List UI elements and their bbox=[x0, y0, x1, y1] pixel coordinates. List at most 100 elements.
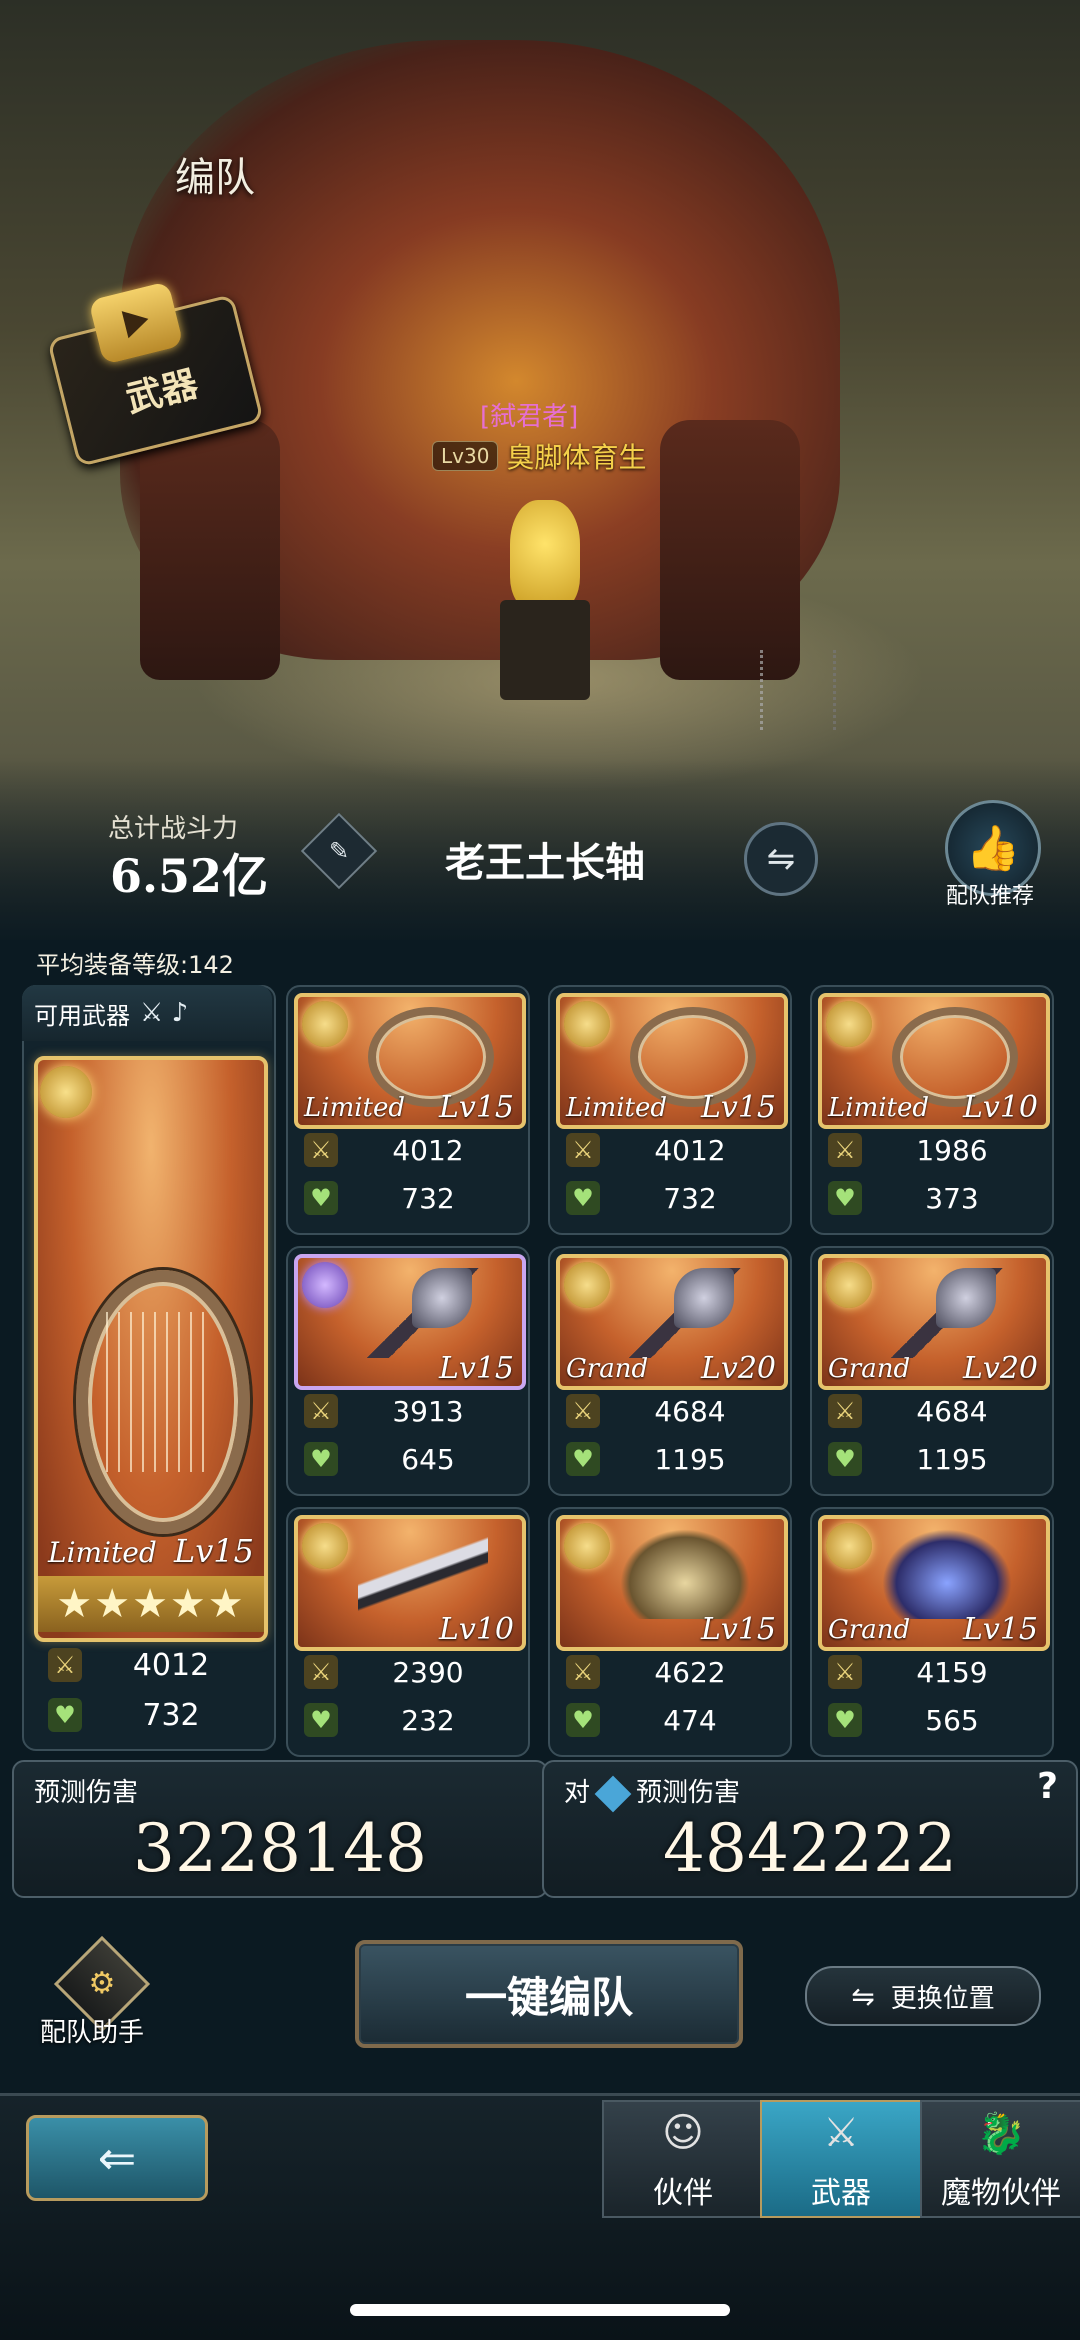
weapon-card[interactable]: Grand Lv15 bbox=[818, 1515, 1050, 1651]
main-weapon-card[interactable]: Limited Lv15 ★★★★★ bbox=[34, 1056, 268, 1642]
weapon-slot-badge-icon bbox=[826, 1523, 872, 1569]
weapon-card[interactable]: Limited Lv15 bbox=[294, 993, 526, 1129]
harp-weapon-icon bbox=[76, 1270, 250, 1534]
weapon-slot[interactable]: Grand Lv20 ⚔ 4684 ♥ 1195 bbox=[548, 1246, 792, 1496]
weapon-slot[interactable]: Limited Lv15 ⚔ 4012 ♥ 732 bbox=[286, 985, 530, 1235]
attack-value: 4012 bbox=[392, 1133, 464, 1167]
attack-value: 4159 bbox=[916, 1655, 988, 1689]
hp-heart-icon: ♥ bbox=[566, 1703, 600, 1737]
hp-heart-icon: ♥ bbox=[566, 1181, 600, 1215]
weapon-attack-row: ⚔ 1986 bbox=[818, 1127, 1042, 1173]
blade-weapon-icon bbox=[358, 1529, 488, 1619]
weapon-card[interactable]: Lv10 bbox=[294, 1515, 526, 1651]
weapon-level: Lv15 bbox=[700, 1090, 776, 1125]
hp-value: 732 bbox=[401, 1181, 455, 1215]
attack-value: 1986 bbox=[916, 1133, 988, 1167]
element-diamond-icon bbox=[594, 1775, 632, 1812]
weapon-slot[interactable]: Lv15 ⚔ 3913 ♥ 645 bbox=[286, 1246, 530, 1496]
claw-weapon-icon bbox=[882, 1529, 1012, 1619]
tab-weapon-label: 武器 bbox=[811, 2176, 871, 2211]
weapon-attack-row: ⚔ 3913 bbox=[294, 1388, 518, 1434]
weapon-slot[interactable]: Grand Lv20 ⚔ 4684 ♥ 1195 bbox=[810, 1246, 1054, 1496]
weapon-card[interactable]: Grand Lv20 bbox=[556, 1254, 788, 1390]
weapon-attack-row: ⚔ 4622 bbox=[556, 1649, 780, 1695]
weapon-tier: Grand bbox=[828, 1615, 911, 1645]
hp-value: 732 bbox=[142, 1697, 200, 1733]
help-icon[interactable]: ? bbox=[1037, 1766, 1058, 1807]
back-arrow-button[interactable]: ⇐ bbox=[26, 2115, 208, 2201]
available-weapons-label: 可用武器 bbox=[34, 1001, 130, 1030]
swap-position-button[interactable]: ⇋ 更换位置 bbox=[805, 1966, 1041, 2026]
hp-value: 1195 bbox=[654, 1442, 726, 1476]
weapon-level: Lv10 bbox=[438, 1612, 514, 1647]
main-weapon-attack-row: ⚔ 4012 bbox=[34, 1642, 260, 1688]
tab-partner[interactable]: ☺ 伙伴 bbox=[602, 2100, 764, 2218]
attack-value: 4684 bbox=[654, 1394, 726, 1428]
weapon-attack-row: ⚔ 4012 bbox=[556, 1127, 780, 1173]
team-assistant-label: 配队助手 bbox=[40, 2018, 145, 2048]
predicted-damage-panel: 预测伤害 3228148 bbox=[12, 1760, 548, 1898]
weapon-card[interactable]: Limited Lv10 bbox=[818, 993, 1050, 1129]
tab-weapon[interactable]: ⚔ 武器 bbox=[760, 2100, 922, 2218]
attack-value: 4012 bbox=[654, 1133, 726, 1167]
attack-value: 4684 bbox=[916, 1394, 988, 1428]
attack-icon: ⚔ bbox=[566, 1133, 600, 1167]
hp-heart-icon: ♥ bbox=[828, 1181, 862, 1215]
hero-sprite bbox=[500, 500, 590, 700]
attack-value: 4622 bbox=[654, 1655, 726, 1689]
hp-heart-icon: ♥ bbox=[566, 1442, 600, 1476]
weapon-tier: Limited bbox=[304, 1093, 406, 1123]
hp-value: 373 bbox=[925, 1181, 979, 1215]
weapon-level: Lv15 bbox=[962, 1612, 1038, 1647]
weapon-mode-label: 武器 bbox=[122, 363, 202, 421]
weapon-type-icons: ⚔ ♪ bbox=[140, 998, 189, 1028]
weapon-hp-row: ♥ 645 bbox=[294, 1436, 518, 1482]
attack-icon: ⚔ bbox=[304, 1655, 338, 1689]
weapon-card[interactable]: Lv15 bbox=[556, 1515, 788, 1651]
weapon-slot[interactable]: Lv15 ⚔ 4622 ♥ 474 bbox=[548, 1507, 792, 1757]
predicted-damage-label: 预测伤害 bbox=[34, 1778, 139, 1808]
average-equipment-level: 平均装备等级:142 bbox=[36, 951, 234, 979]
weapon-attack-row: ⚔ 2390 bbox=[294, 1649, 518, 1695]
enemy-level: Lv30 bbox=[432, 441, 499, 471]
weapon-level: Lv10 bbox=[962, 1090, 1038, 1125]
team-name[interactable]: 老王土长轴 bbox=[445, 830, 645, 888]
weapon-level: Lv15 bbox=[173, 1532, 254, 1570]
enemy-name: 臭脚体育生 bbox=[506, 441, 647, 474]
weapon-slot-badge-icon bbox=[302, 1523, 348, 1569]
weapon-attack-row: ⚔ 4684 bbox=[818, 1388, 1042, 1434]
shrub-decoration bbox=[760, 650, 836, 730]
weapon-card[interactable]: Limited Lv15 bbox=[556, 993, 788, 1129]
weapon-slot-badge-icon bbox=[40, 1066, 92, 1118]
hp-heart-icon: ♥ bbox=[828, 1442, 862, 1476]
enemy-title: [弑君者] bbox=[480, 402, 579, 432]
crossed-swords-icon: ⚔ bbox=[823, 2110, 859, 2156]
recommend-label[interactable]: 配队推荐 bbox=[946, 878, 1034, 910]
attack-icon: ⚔ bbox=[566, 1394, 600, 1428]
weapon-hp-row: ♥ 373 bbox=[818, 1175, 1042, 1221]
weapon-slot[interactable]: Limited Lv10 ⚔ 1986 ♥ 373 bbox=[810, 985, 1054, 1235]
weapon-slot-badge-icon bbox=[302, 1262, 348, 1308]
weapon-tier: Grand bbox=[828, 1354, 911, 1384]
tab-monster-partner[interactable]: 🐉 魔物伙伴 bbox=[920, 2100, 1080, 2218]
weapon-slot[interactable]: Limited Lv15 ⚔ 4012 ♥ 732 bbox=[548, 985, 792, 1235]
weapon-slot[interactable]: Lv10 ⚔ 2390 ♥ 232 bbox=[286, 1507, 530, 1757]
weapon-slot[interactable]: Grand Lv15 ⚔ 4159 ♥ 565 bbox=[810, 1507, 1054, 1757]
weapon-hp-row: ♥ 565 bbox=[818, 1697, 1042, 1743]
auto-formation-button[interactable]: 一键编队 bbox=[355, 1940, 743, 2048]
weapon-hp-row: ♥ 732 bbox=[294, 1175, 518, 1221]
weapon-card[interactable]: Grand Lv20 bbox=[818, 1254, 1050, 1390]
weapon-attack-row: ⚔ 4684 bbox=[556, 1388, 780, 1434]
attack-icon: ⚔ bbox=[828, 1133, 862, 1167]
weapon-slot-badge-icon bbox=[826, 1262, 872, 1308]
weapon-attack-row: ⚔ 4012 bbox=[294, 1127, 518, 1173]
weapon-card[interactable]: Lv15 bbox=[294, 1254, 526, 1390]
weapon-tier: Limited bbox=[828, 1093, 930, 1123]
weapon-slot-badge-icon bbox=[564, 1001, 610, 1047]
hp-heart-icon: ♥ bbox=[304, 1181, 338, 1215]
attack-icon: ⚔ bbox=[566, 1655, 600, 1689]
swap-team-icon[interactable]: ⇋ bbox=[744, 822, 818, 896]
hp-value: 232 bbox=[401, 1703, 455, 1737]
team-assistant-button[interactable]: ⚙ 配队助手 bbox=[40, 1935, 151, 2050]
hp-value: 1195 bbox=[916, 1442, 988, 1476]
